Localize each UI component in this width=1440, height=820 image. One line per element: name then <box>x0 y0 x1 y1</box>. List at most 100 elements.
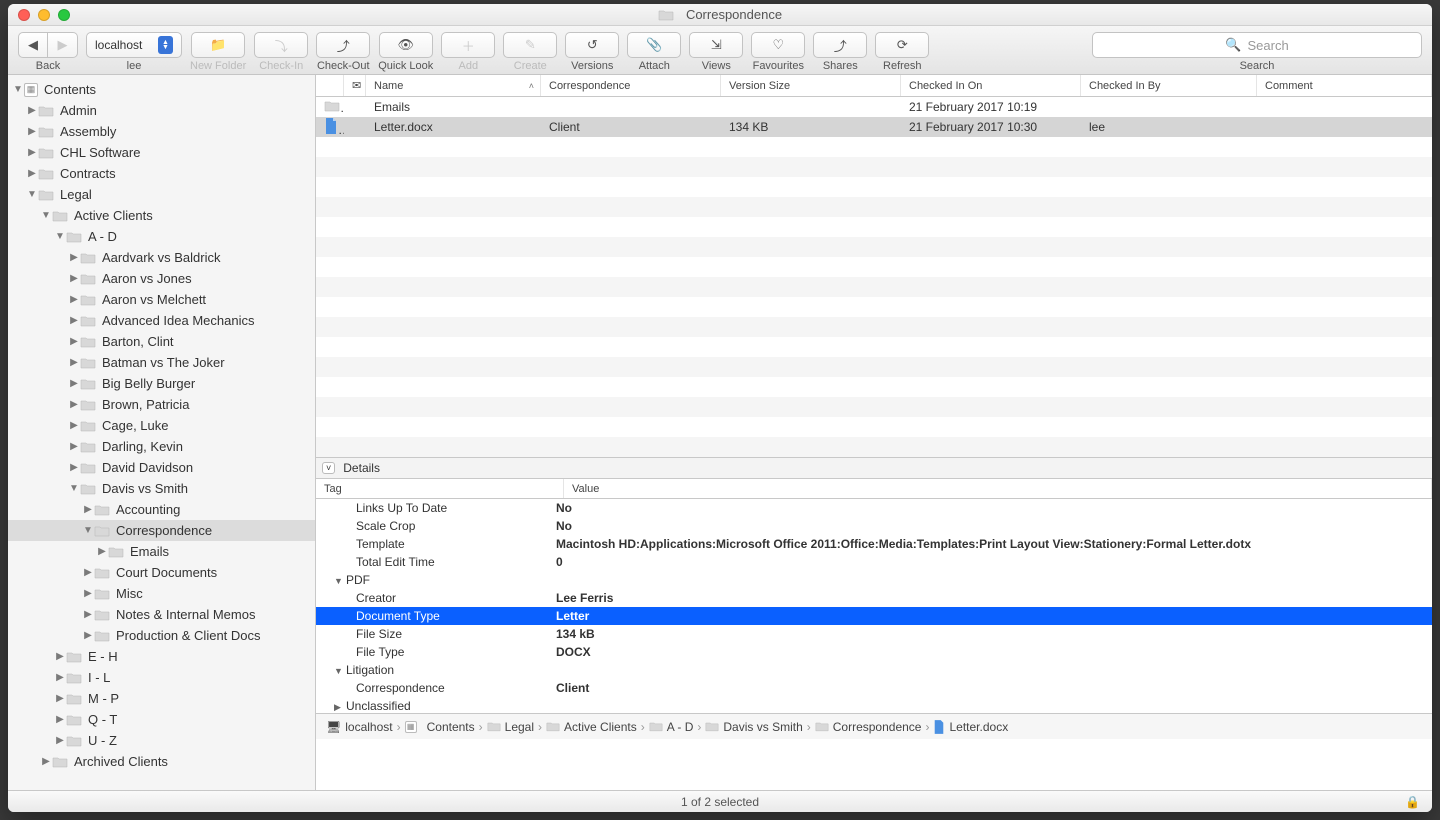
breadcrumb[interactable]: Correspondence <box>815 720 922 734</box>
sidebar-item[interactable]: ▼Correspondence <box>8 520 315 541</box>
add-button[interactable]: ＋ <box>441 32 495 58</box>
server-icon: 🖥 <box>326 720 341 734</box>
col-mail[interactable]: ✉ <box>344 75 366 96</box>
sidebar-item[interactable]: ▶Aaron vs Jones <box>8 268 315 289</box>
status-bar: 1 of 2 selected 🔒 <box>8 790 1432 812</box>
breadcrumb[interactable]: 🖥localhost <box>326 720 393 734</box>
breadcrumb[interactable]: ▦Contents <box>405 720 475 734</box>
sidebar-item[interactable]: ▶Cage, Luke <box>8 415 315 436</box>
details-body[interactable]: Links Up To DateNoScale CropNoTemplateMa… <box>316 499 1432 713</box>
sidebar-item[interactable]: ▶Q - T <box>8 709 315 730</box>
details-row[interactable]: Links Up To DateNo <box>316 499 1432 517</box>
sidebar-item[interactable]: ▶Admin <box>8 100 315 121</box>
details-row[interactable]: File TypeDOCX <box>316 643 1432 661</box>
file-list[interactable]: Emails21 February 2017 10:19Letter.docxC… <box>316 97 1432 457</box>
col-version-size[interactable]: Version Size <box>721 75 901 96</box>
sidebar-item[interactable]: ▶Batman vs The Joker <box>8 352 315 373</box>
sidebar-item[interactable]: ▼Active Clients <box>8 205 315 226</box>
cell-date: 21 February 2017 10:30 <box>901 120 1081 134</box>
forward-button[interactable]: ▶ <box>48 32 78 58</box>
sidebar-item[interactable]: ▶Aardvark vs Baldrick <box>8 247 315 268</box>
details-row[interactable]: CreatorLee Ferris <box>316 589 1432 607</box>
sidebar-item[interactable]: ▶Emails <box>8 541 315 562</box>
breadcrumb[interactable]: Letter.docx <box>933 720 1008 734</box>
refresh-button[interactable]: ⟳ <box>875 32 929 58</box>
sidebar-item[interactable]: ▶Big Belly Burger <box>8 373 315 394</box>
versions-button[interactable]: ↺ <box>565 32 619 58</box>
sidebar-item[interactable]: ▶Aaron vs Melchett <box>8 289 315 310</box>
chevron-right-icon: › <box>697 720 701 734</box>
details-row[interactable]: TemplateMacintosh HD:Applications:Micros… <box>316 535 1432 553</box>
details-row[interactable]: CorrespondenceClient <box>316 679 1432 697</box>
sidebar-item[interactable]: ▼A - D <box>8 226 315 247</box>
details-group[interactable]: ▼Litigation <box>316 661 1432 679</box>
sidebar-item[interactable]: ▼Legal <box>8 184 315 205</box>
sidebar-item[interactable]: ▶Brown, Patricia <box>8 394 315 415</box>
close-window-button[interactable] <box>18 9 30 21</box>
sidebar-item[interactable]: ▶M - P <box>8 688 315 709</box>
disclosure-icon: ▶ <box>68 420 80 431</box>
sidebar-item[interactable]: ▶Production & Client Docs <box>8 625 315 646</box>
col-flag[interactable] <box>316 75 344 96</box>
details-row[interactable]: File Size134 kB <box>316 625 1432 643</box>
zoom-window-button[interactable] <box>58 9 70 21</box>
sidebar-item[interactable]: ▶Notes & Internal Memos <box>8 604 315 625</box>
nav-back-forward: ◀ ▶ <box>18 32 78 58</box>
back-button[interactable]: ◀ <box>18 32 48 58</box>
sidebar-item-label: Archived Clients <box>74 754 168 769</box>
new-folder-button[interactable]: 📁 <box>191 32 245 58</box>
favourites-button[interactable]: ♡ <box>751 32 805 58</box>
details-tag: ▶Unclassified <box>316 699 556 713</box>
sidebar-item[interactable]: ▶Assembly <box>8 121 315 142</box>
sidebar-item[interactable]: ▶Contracts <box>8 163 315 184</box>
details-row[interactable]: Document TypeLetter <box>316 607 1432 625</box>
table-row[interactable]: Letter.docxClient134 KB21 February 2017 … <box>316 117 1432 137</box>
details-group[interactable]: ▼PDF <box>316 571 1432 589</box>
sidebar-item[interactable]: ▶David Davidson <box>8 457 315 478</box>
col-comment[interactable]: Comment <box>1257 75 1432 96</box>
sidebar-item[interactable]: ▶E - H <box>8 646 315 667</box>
check-out-button[interactable]: ⤴ <box>316 32 370 58</box>
views-button[interactable]: ⇲ <box>689 32 743 58</box>
attach-button[interactable]: 📎 <box>627 32 681 58</box>
breadcrumb[interactable]: A - D <box>649 720 694 734</box>
main-panel: ✉ Name˄ Correspondence Version Size Chec… <box>316 75 1432 790</box>
sidebar-item[interactable]: ▶Court Documents <box>8 562 315 583</box>
sidebar-item[interactable]: ▶I - L <box>8 667 315 688</box>
new-folder-label: New Folder <box>190 60 246 72</box>
details-row[interactable]: Scale CropNo <box>316 517 1432 535</box>
check-in-button[interactable]: ⤵ <box>254 32 308 58</box>
sidebar-item[interactable]: ▶Archived Clients <box>8 751 315 772</box>
sidebar-item[interactable]: ▶Darling, Kevin <box>8 436 315 457</box>
details-col-value[interactable]: Value <box>564 479 1432 498</box>
details-tag: Scale Crop <box>316 519 556 533</box>
sidebar-item[interactable]: ▶U - Z <box>8 730 315 751</box>
breadcrumb[interactable]: Active Clients <box>546 720 637 734</box>
breadcrumb[interactable]: Davis vs Smith <box>705 720 802 734</box>
sidebar-item[interactable]: ▶Accounting <box>8 499 315 520</box>
col-checked-in-on[interactable]: Checked In On <box>901 75 1081 96</box>
col-name[interactable]: Name˄ <box>366 75 541 96</box>
shares-button[interactable]: ⤴ <box>813 32 867 58</box>
col-correspondence[interactable]: Correspondence <box>541 75 721 96</box>
sidebar[interactable]: ▼▦Contents▶Admin▶Assembly▶CHL Software▶C… <box>8 75 316 790</box>
sidebar-item[interactable]: ▶Advanced Idea Mechanics <box>8 310 315 331</box>
create-button[interactable]: ✎ <box>503 32 557 58</box>
table-row[interactable]: Emails21 February 2017 10:19 <box>316 97 1432 117</box>
sidebar-item[interactable]: ▶Barton, Clint <box>8 331 315 352</box>
search-input[interactable]: 🔍Search <box>1092 32 1422 58</box>
sidebar-item[interactable]: ▼▦Contents <box>8 79 315 100</box>
host-selector[interactable]: localhost▲▼ <box>86 32 182 58</box>
details-group[interactable]: ▶Unclassified <box>316 697 1432 713</box>
breadcrumb[interactable]: Legal <box>487 720 534 734</box>
details-header[interactable]: ˅ Details <box>316 457 1432 479</box>
sidebar-item-label: David Davidson <box>102 460 193 475</box>
details-col-tag[interactable]: Tag <box>316 479 564 498</box>
quick-look-button[interactable]: 👁 <box>379 32 433 58</box>
sidebar-item[interactable]: ▶CHL Software <box>8 142 315 163</box>
sidebar-item[interactable]: ▶Misc <box>8 583 315 604</box>
col-checked-in-by[interactable]: Checked In By <box>1081 75 1257 96</box>
details-row[interactable]: Total Edit Time0 <box>316 553 1432 571</box>
sidebar-item[interactable]: ▼Davis vs Smith <box>8 478 315 499</box>
minimize-window-button[interactable] <box>38 9 50 21</box>
